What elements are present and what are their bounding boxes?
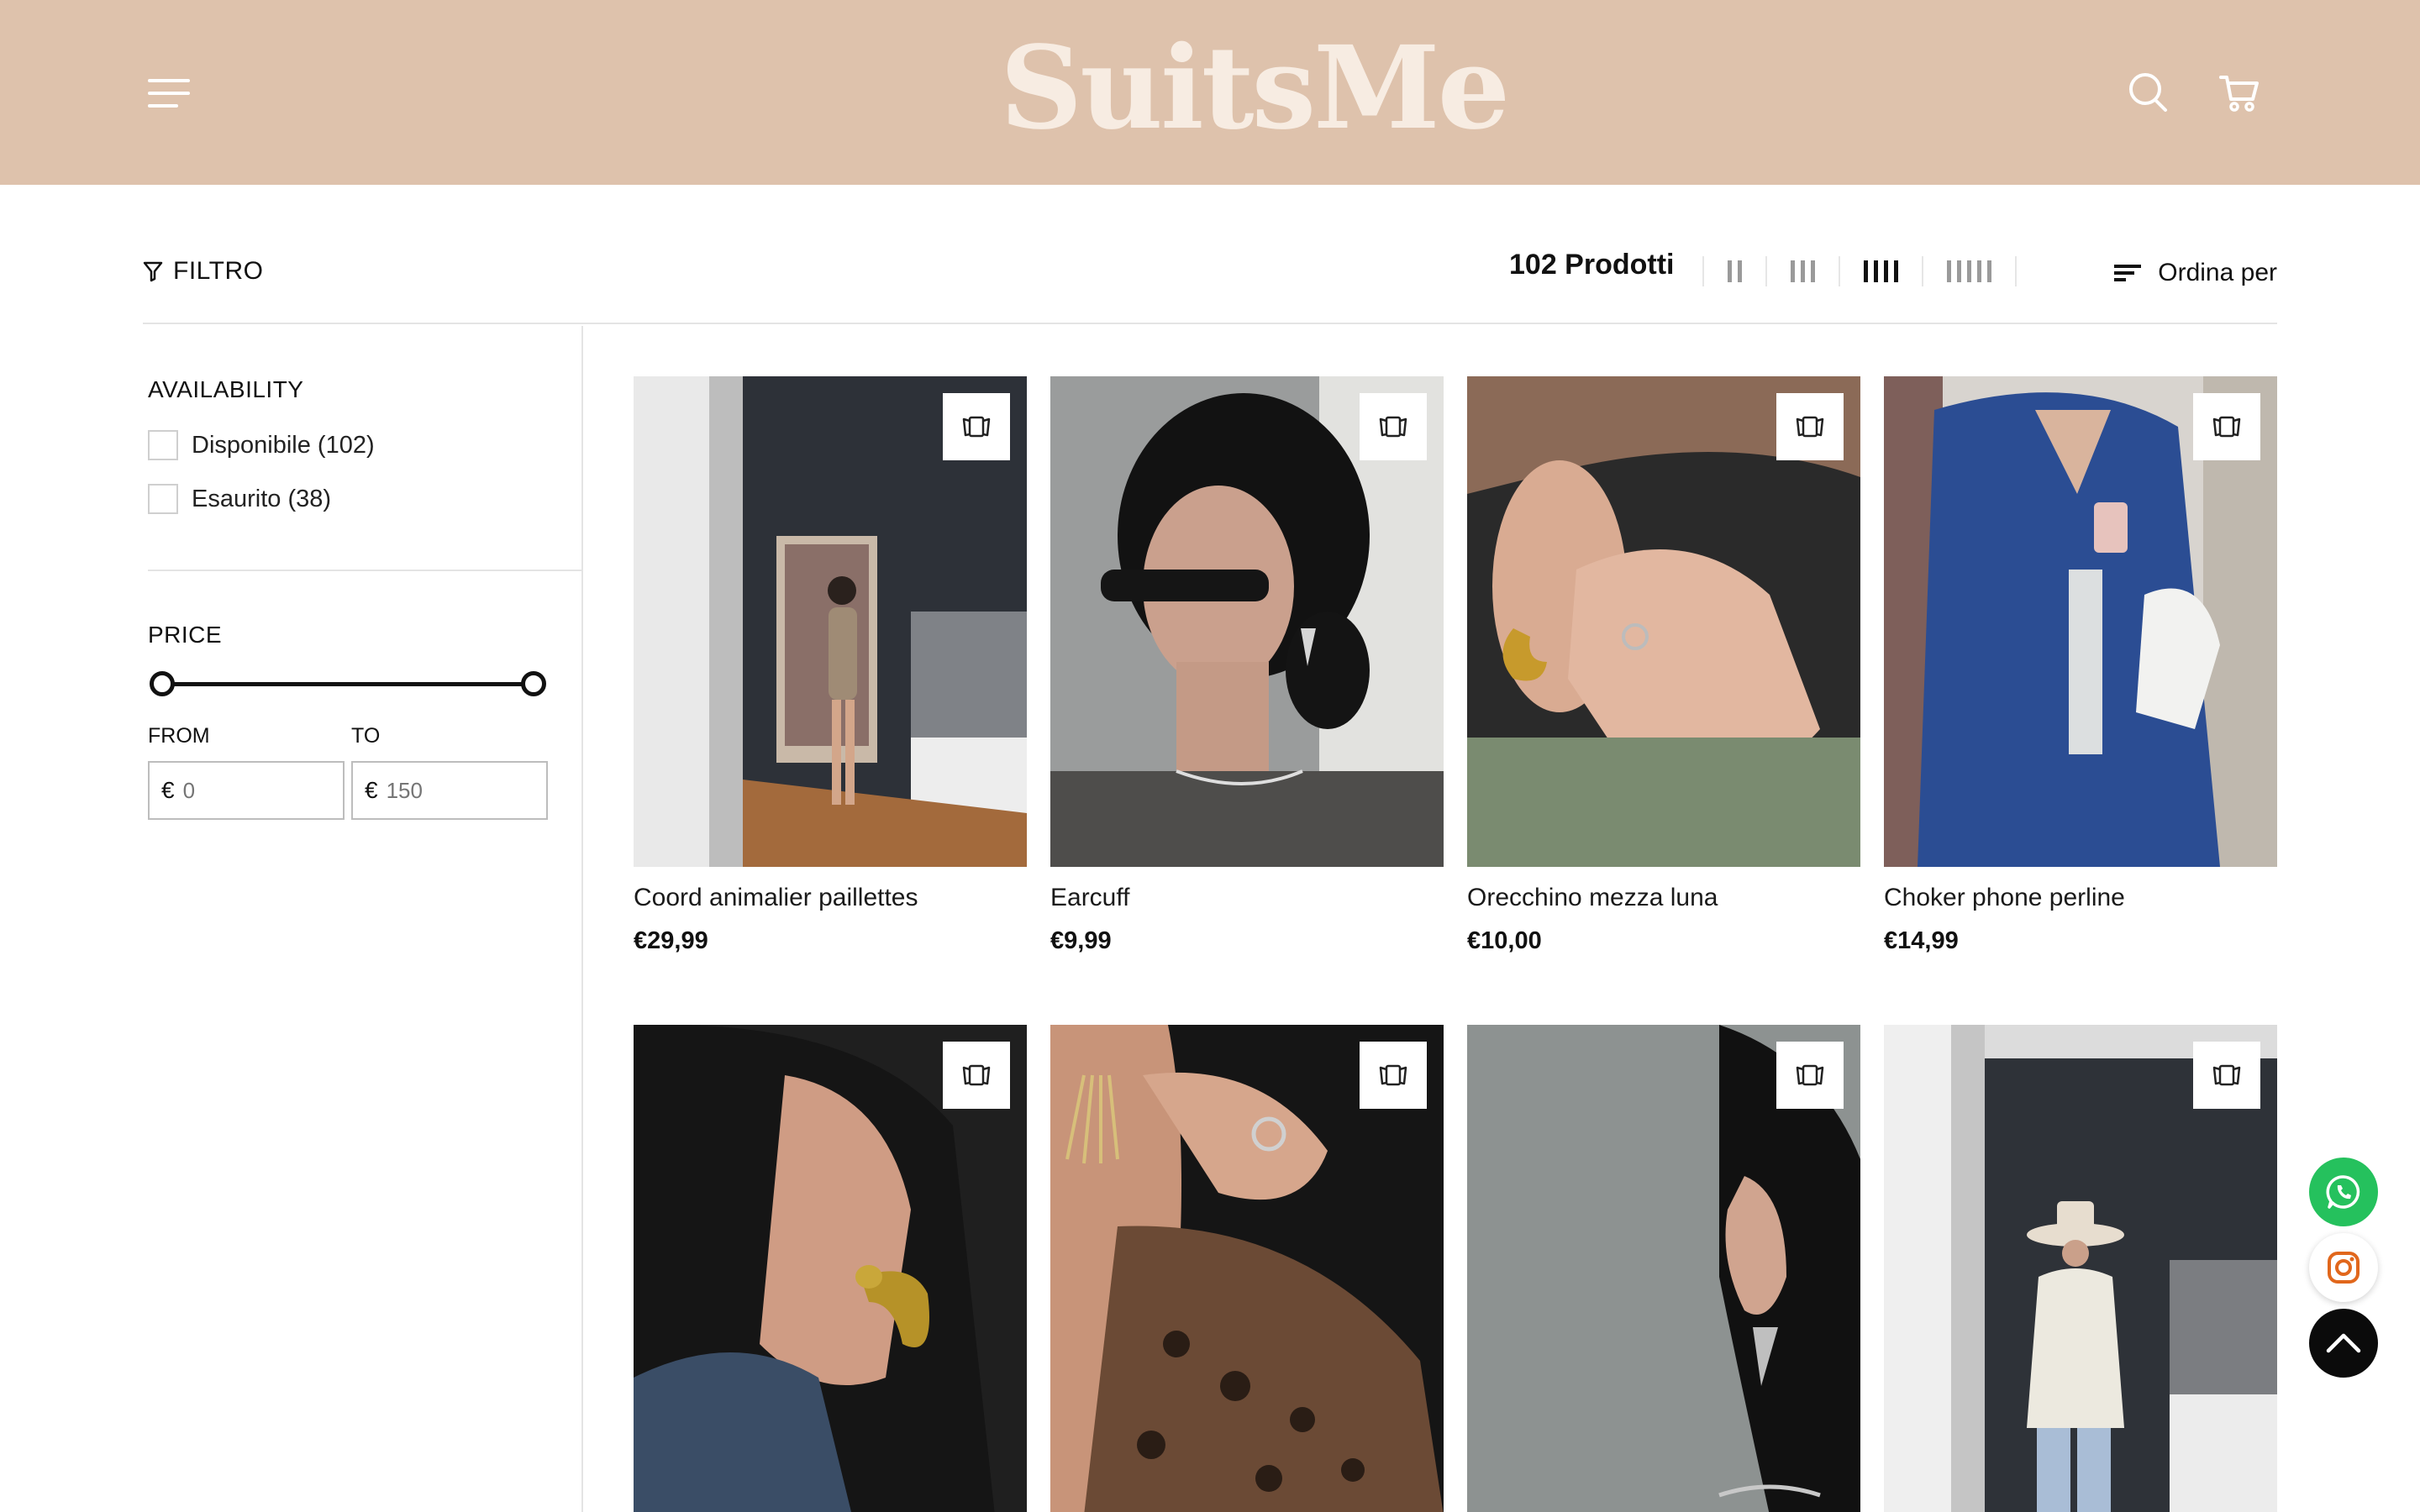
currency-symbol: €: [161, 777, 175, 803]
whatsapp-icon: [2326, 1175, 2360, 1209]
product-price: €9,99: [1050, 927, 1112, 954]
quick-view-button[interactable]: [1360, 393, 1427, 460]
checkbox-label: Disponibile (102): [192, 431, 375, 459]
filter-sidebar: AVAILABILITY Disponibile (102) Esaurito …: [0, 326, 583, 1512]
filter-label: FILTRO: [173, 257, 264, 285]
scroll-to-top-button[interactable]: [2309, 1309, 2378, 1378]
toolbar: FILTRO 102 Prodotti Ordina per: [143, 220, 2277, 324]
quick-view-button[interactable]: [1360, 1042, 1427, 1109]
sort-label: Ordina per: [2158, 259, 2277, 286]
price-from-input[interactable]: [182, 777, 318, 804]
product-name[interactable]: Coord animalier paillettes: [634, 884, 918, 912]
price-to-input[interactable]: [386, 777, 521, 804]
whatsapp-button[interactable]: [2309, 1158, 2378, 1226]
quick-view-icon: [2212, 1064, 2241, 1086]
product-image[interactable]: [1467, 376, 1860, 867]
cart-icon[interactable]: [2218, 71, 2260, 114]
slider-fill: [162, 682, 534, 686]
currency-symbol: €: [365, 777, 378, 803]
price-title: PRICE: [148, 622, 223, 648]
instagram-button[interactable]: [2309, 1233, 2378, 1302]
product-price: €10,00: [1467, 927, 1542, 954]
quick-view-icon: [2212, 416, 2241, 438]
grid-4-columns-button[interactable]: [1840, 260, 1922, 282]
menu-icon[interactable]: [148, 79, 190, 108]
quick-view-icon: [1796, 416, 1824, 438]
availability-option-esaurito[interactable]: Esaurito (38): [148, 484, 331, 514]
quick-view-icon: [1379, 416, 1407, 438]
slider-handle-max[interactable]: [521, 671, 546, 696]
quick-view-icon: [1379, 1064, 1407, 1086]
site-header: SuitsMe: [0, 0, 2420, 185]
from-label: FROM: [148, 724, 210, 748]
chevron-up-icon: [2326, 1333, 2361, 1353]
quick-view-button[interactable]: [1776, 1042, 1844, 1109]
product-image[interactable]: [1050, 1025, 1444, 1512]
product-name[interactable]: Choker phone perline: [1884, 884, 2125, 912]
to-label: TO: [351, 724, 381, 748]
quick-view-button[interactable]: [2193, 393, 2260, 460]
price-slider[interactable]: [150, 670, 546, 697]
quick-view-button[interactable]: [943, 393, 1010, 460]
quick-view-button[interactable]: [2193, 1042, 2260, 1109]
product-count: 102 Prodotti: [1509, 249, 1675, 281]
product-image[interactable]: [634, 376, 1027, 867]
sort-button[interactable]: Ordina per: [2114, 254, 2277, 292]
grid-3-columns-button[interactable]: [1767, 260, 1839, 282]
quick-view-icon: [1796, 1064, 1824, 1086]
checkbox[interactable]: [148, 430, 178, 460]
checkbox[interactable]: [148, 484, 178, 514]
filter-icon: [143, 261, 163, 282]
availability-option-disponibile[interactable]: Disponibile (102): [148, 430, 375, 460]
quick-view-button[interactable]: [1776, 393, 1844, 460]
product-image[interactable]: [1884, 376, 2277, 867]
quick-view-button[interactable]: [943, 1042, 1010, 1109]
quick-view-icon: [962, 1064, 991, 1086]
slider-handle-min[interactable]: [150, 671, 175, 696]
divider: [2015, 256, 2017, 286]
product-name[interactable]: Earcuff: [1050, 884, 1130, 912]
quick-view-icon: [962, 416, 991, 438]
availability-title: AVAILABILITY: [148, 376, 304, 402]
product-image[interactable]: [1884, 1025, 2277, 1512]
logo[interactable]: SuitsMe: [1000, 25, 1510, 151]
filter-button[interactable]: FILTRO: [143, 252, 263, 291]
search-icon[interactable]: [2128, 71, 2170, 114]
price-from-field[interactable]: €: [148, 761, 345, 820]
checkbox-label: Esaurito (38): [192, 485, 332, 512]
product-image[interactable]: [1050, 376, 1444, 867]
grid-options: [1702, 254, 2017, 289]
instagram-icon: [2328, 1252, 2360, 1284]
product-price: €29,99: [634, 927, 708, 954]
sort-icon: [2114, 265, 2142, 281]
product-name[interactable]: Orecchino mezza luna: [1467, 884, 1718, 912]
price-to-field[interactable]: €: [351, 761, 548, 820]
divider: [148, 570, 583, 571]
grid-2-columns-button[interactable]: [1704, 260, 1765, 282]
grid-5-columns-button[interactable]: [1923, 260, 2015, 282]
product-price: €14,99: [1884, 927, 1959, 954]
product-image[interactable]: [634, 1025, 1027, 1512]
product-image[interactable]: [1467, 1025, 1860, 1512]
